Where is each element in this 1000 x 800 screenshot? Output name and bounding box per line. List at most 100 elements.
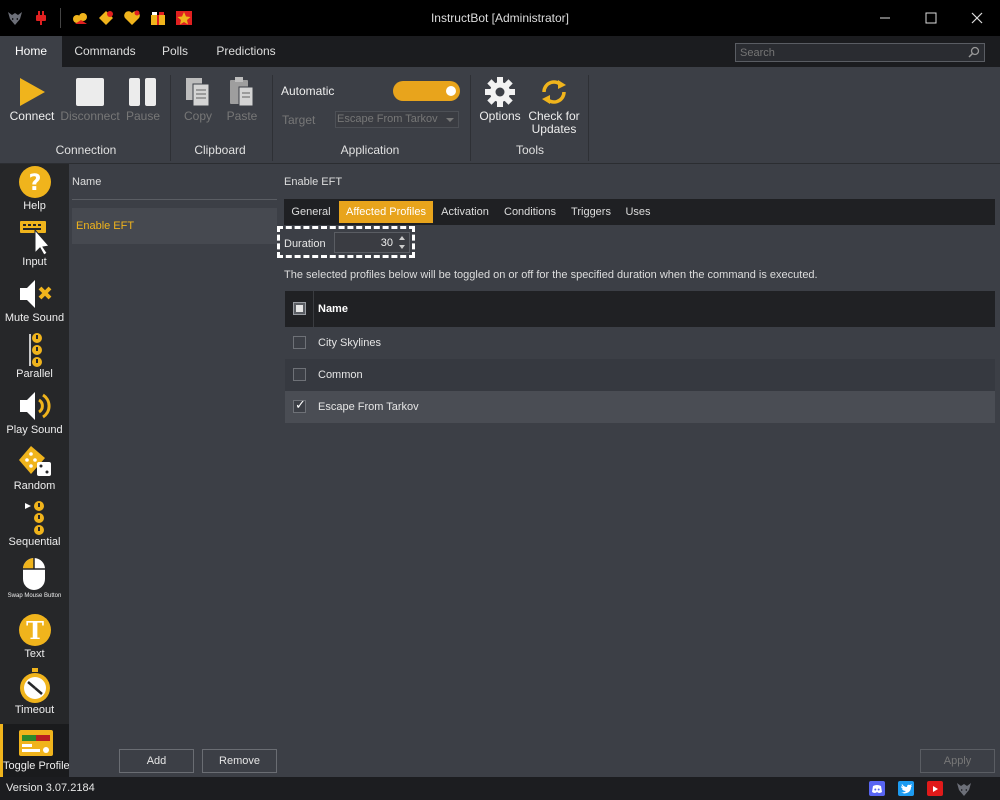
disconnect-button[interactable]: Disconnect	[58, 76, 122, 123]
dice-icon	[15, 444, 55, 480]
search-input[interactable]	[740, 45, 960, 60]
action-label: Timeout	[14, 704, 55, 716]
group-clipboard: Clipboard	[194, 143, 246, 157]
mute-icon	[15, 276, 55, 312]
action-play-sound[interactable]: Play Sound	[0, 388, 69, 437]
parallel-icon	[15, 332, 55, 368]
action-input[interactable]: Input	[0, 220, 69, 269]
tab-polls[interactable]: Polls	[150, 36, 200, 67]
select-all-checkbox[interactable]	[293, 302, 306, 315]
detail-title: Enable EFT	[284, 176, 343, 188]
options-button[interactable]: Options	[478, 76, 522, 123]
column-divider	[313, 291, 314, 327]
tab-predictions[interactable]: Predictions	[210, 36, 282, 67]
tab-triggers[interactable]: Triggers	[567, 199, 615, 225]
action-label: Parallel	[16, 368, 53, 380]
action-label: Play Sound	[6, 424, 63, 436]
action-sequential[interactable]: Sequential	[0, 500, 69, 549]
tab-general[interactable]: General	[288, 199, 334, 225]
profile-checkbox[interactable]	[293, 368, 306, 381]
wolf-logo-icon[interactable]	[956, 781, 972, 796]
stop-icon	[58, 76, 122, 108]
paste-button[interactable]: Paste	[222, 76, 262, 123]
toggle-knob	[446, 86, 456, 96]
tab-uses[interactable]: Uses	[621, 199, 655, 225]
copy-label: Copy	[183, 109, 212, 123]
action-mute-sound[interactable]: Mute Sound	[0, 276, 69, 325]
action-help[interactable]: ? Help	[0, 164, 69, 213]
close-icon[interactable]	[954, 0, 1000, 36]
table-row[interactable]: ✓ Escape From Tarkov	[285, 391, 995, 423]
profile-checkbox[interactable]	[293, 336, 306, 349]
gear-icon	[478, 76, 522, 108]
action-label: Help	[23, 200, 46, 212]
action-parallel[interactable]: Parallel	[0, 332, 69, 381]
action-swap-mouse[interactable]: Swap Mouse Button	[0, 556, 69, 600]
profiles-grid-header: Name	[285, 291, 995, 327]
discord-icon[interactable]	[869, 781, 885, 796]
automatic-toggle[interactable]	[393, 81, 460, 101]
speaker-icon	[15, 388, 55, 424]
disconnect-label: Disconnect	[60, 109, 120, 123]
keyboard-cursor-icon	[15, 220, 55, 256]
duration-stepper[interactable]	[334, 232, 410, 253]
svg-text:?: ?	[28, 171, 41, 196]
copy-button[interactable]: Copy	[178, 76, 218, 123]
action-label: Random	[13, 480, 56, 492]
youtube-icon[interactable]	[927, 781, 943, 796]
ribbon-divider	[588, 75, 589, 161]
apply-button[interactable]: Apply	[920, 749, 995, 773]
profile-name: Escape From Tarkov	[318, 401, 419, 413]
twitter-icon[interactable]	[898, 781, 914, 796]
target-select[interactable]: Escape From Tarkov	[335, 111, 459, 128]
help-icon: ?	[15, 164, 55, 200]
pause-label: Pause	[125, 109, 161, 123]
maximize-icon[interactable]	[908, 0, 954, 36]
action-random[interactable]: Random	[0, 444, 69, 493]
action-timeout[interactable]: Timeout	[0, 668, 69, 717]
group-application: Application	[340, 143, 400, 157]
table-row[interactable]: Common	[285, 359, 995, 391]
sequential-icon	[15, 500, 55, 536]
tab-conditions[interactable]: Conditions	[500, 199, 560, 225]
search-box	[735, 43, 985, 62]
tab-home[interactable]: Home	[0, 36, 62, 67]
profile-checkbox[interactable]: ✓	[293, 398, 306, 413]
list-item[interactable]: Enable EFT	[72, 208, 277, 244]
list-header: Name	[72, 176, 102, 188]
duration-label: Duration	[284, 238, 326, 250]
tab-affected-profiles[interactable]: Affected Profiles	[339, 201, 433, 223]
action-label: Text	[24, 648, 45, 660]
window-title: InstructBot [Administrator]	[430, 11, 570, 25]
spin-up-icon[interactable]	[399, 236, 405, 240]
action-label: Swap Mouse Button	[7, 593, 62, 599]
tab-commands[interactable]: Commands	[66, 36, 144, 67]
action-label: Mute Sound	[4, 312, 65, 324]
duration-input[interactable]	[337, 235, 393, 250]
pause-button[interactable]: Pause	[124, 76, 162, 123]
connect-button[interactable]: Connect	[8, 76, 56, 123]
group-tools: Tools	[515, 143, 544, 157]
chevron-down-icon	[446, 118, 454, 122]
check-updates-button[interactable]: Check for Updates	[526, 76, 582, 136]
connect-label: Connect	[9, 109, 55, 123]
status-bar: Version 3.07.2184	[0, 777, 1000, 800]
add-button[interactable]: Add	[119, 749, 194, 773]
minimize-icon[interactable]	[862, 0, 908, 36]
target-label: Target	[282, 113, 316, 127]
group-connection: Connection	[55, 143, 117, 157]
profiles-description: The selected profiles below will be togg…	[284, 269, 818, 281]
ribbon: Connect Disconnect Pause Connection Copy…	[0, 67, 1000, 222]
automatic-label: Automatic	[281, 84, 335, 98]
action-toggle-profile[interactable]: Toggle Profile	[0, 724, 70, 777]
remove-button[interactable]: Remove	[202, 749, 277, 773]
spin-down-icon[interactable]	[399, 245, 405, 249]
action-text[interactable]: T Text	[0, 612, 69, 661]
copy-icon	[178, 76, 218, 108]
detail-tabs: General Affected Profiles Activation Con…	[284, 199, 995, 225]
profile-name: Common	[318, 369, 363, 381]
table-row[interactable]: City Skylines	[285, 327, 995, 359]
search-icon[interactable]	[968, 46, 980, 61]
tab-activation[interactable]: Activation	[437, 199, 493, 225]
check-updates-label: Check for Updates	[528, 109, 580, 136]
